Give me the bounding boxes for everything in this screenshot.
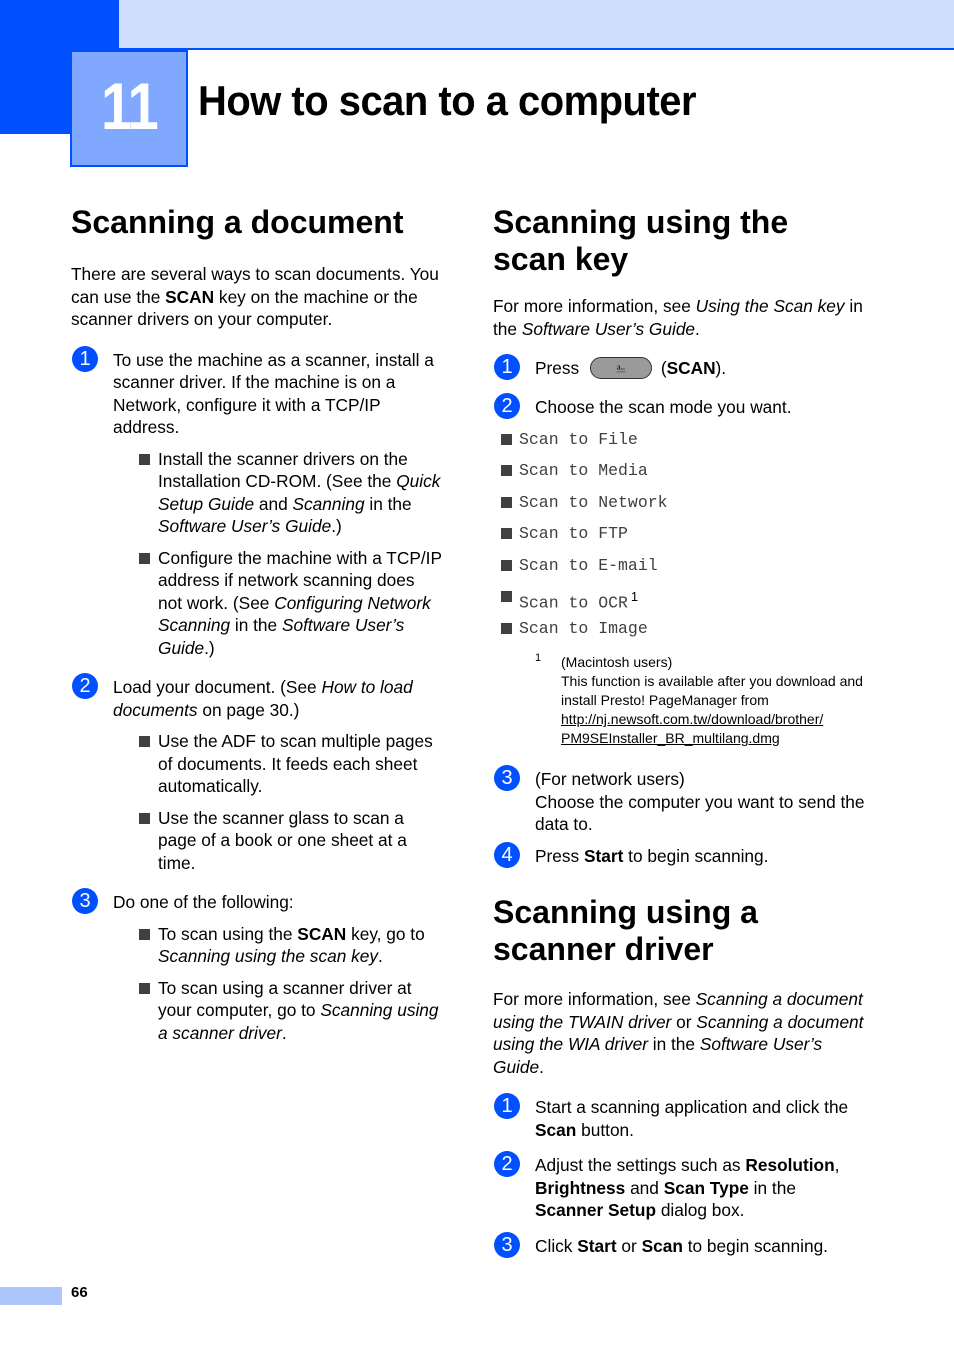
right-column: Scanning using the scan key For more inf… [493,204,865,1258]
page-number: 66 [71,1284,88,1301]
step-number-icon: 1 [494,1093,520,1119]
step-text: Load your document. (See How to load doc… [113,677,413,720]
chapter-title: How to scan to a computer [198,77,697,124]
scan-mode-item: Scan to FTP [501,523,865,555]
step-text: (For network users) [535,769,685,789]
header-rule [118,48,954,50]
step-text: To use the machine as a scanner, install… [113,349,434,438]
step-2: 2 Load your document. (See How to load do… [71,673,443,874]
footnote-ref: 1 [630,589,639,604]
scanner-key-icon: ⎁ [590,357,652,379]
step-text: Choose the computer you want to send the… [535,791,865,835]
footnote-line: (Macintosh users) [561,654,673,670]
bullet-list: Install the scanner drivers on the Insta… [71,448,443,660]
driver-step-1: 1 Start a scanning application and click … [493,1093,865,1141]
step-text: Press [535,358,580,379]
step-text: Choose the scan mode you want. [535,397,792,417]
scan-mode-item: Scan to Image [501,618,865,650]
driver-step-2: 2 Adjust the settings such as Resolution,… [493,1151,865,1222]
scan-mode-item: Scan to Network [501,492,865,524]
step-number-icon: 2 [494,1151,520,1177]
step-text: Press Start to begin scanning. [535,845,769,866]
scan-key-step-1: 1 Press ⎁ (SCAN). [493,354,865,382]
step-text: Start a scanning application and click t… [535,1097,849,1140]
step-text: Click Start or Scan to begin scanning. [535,1235,828,1256]
driver-step-list: 1 Start a scanning application and click … [493,1093,865,1258]
left-column: Scanning a document There are several wa… [71,204,443,1053]
driver-step-3: 3 Click Start or Scan to begin scanning. [493,1231,865,1258]
step-3: 3 Do one of the following: To scan using t… [71,888,443,1045]
chapter-number-box: 11 [70,50,188,167]
step-number-icon: 2 [72,673,98,699]
scan-mode-item: Scan to File [501,429,865,461]
step-number-icon: 3 [72,888,98,914]
section-intro: There are several ways to scan documents… [71,264,439,329]
driver-intro: For more information, see Scanning a doc… [493,989,864,1077]
step-number-icon: 2 [494,393,520,419]
footnote-mark: 1 [535,652,542,664]
section-title-scanning-a-document: Scanning a document [71,204,404,240]
step-number-icon: 1 [494,354,520,380]
section-title-scan-key: Scanning using the scan key [493,204,789,277]
bullet-item: Use the ADF to scan multiple pages of do… [139,730,443,798]
bullet-item: Configure the machine with a TCP/IP addr… [139,547,443,660]
download-link[interactable]: http://nj.newsoft.com.tw/download/brothe… [561,711,823,746]
header-band [0,0,954,49]
section-title-scanner-driver: Scanning using a scanner driver [493,894,758,967]
step-number-icon: 3 [494,765,520,791]
bullet-list: Use the ADF to scan multiple pages of do… [71,730,443,874]
bullet-item: To scan using the SCAN key, go to Scanni… [139,923,443,968]
step-list: 1 To use the machine as a scanner, instal… [71,345,443,1045]
bullet-item: Use the scanner glass to scan a page of … [139,807,443,875]
scan-key-step-2: 2 Choose the scan mode you want. [493,393,865,419]
bullet-item: Install the scanner drivers on the Insta… [139,448,443,538]
step-number-icon: 1 [72,345,98,372]
scan-key-step-4: 4 Press Start to begin scanning. [493,841,865,868]
step-number-icon: 4 [494,841,520,868]
step-text: Adjust the settings such as Resolution, … [535,1155,840,1220]
step-text: Do one of the following: [113,892,294,912]
footer-bar [0,1287,62,1305]
scan-key-intro: For more information, see Using the Scan… [493,296,863,339]
scan-mode-item: Scan to E-mail [501,555,865,587]
scan-mode-list: Scan to File Scan to Media Scan to Network… [493,429,865,650]
scan-key-label: SCAN [666,358,716,379]
bullet-item: To scan using a scanner driver at your c… [139,977,443,1045]
step-1: 1 To use the machine as a scanner, instal… [71,345,443,660]
footnote: 1 (Macintosh users) This function is ava… [535,652,865,748]
bullet-list: To scan using the SCAN key, go to Scanni… [71,923,443,1045]
scan-mode-item: Scan to OCR 1 [501,586,865,618]
scan-mode-item: Scan to Media [501,460,865,492]
scan-key-step-3: 3 (For network users) Choose the compute… [493,765,865,836]
step-number-icon: 3 [494,1231,520,1258]
footnote-line: This function is available after you dow… [561,673,863,708]
chapter-number: 11 [101,69,159,143]
